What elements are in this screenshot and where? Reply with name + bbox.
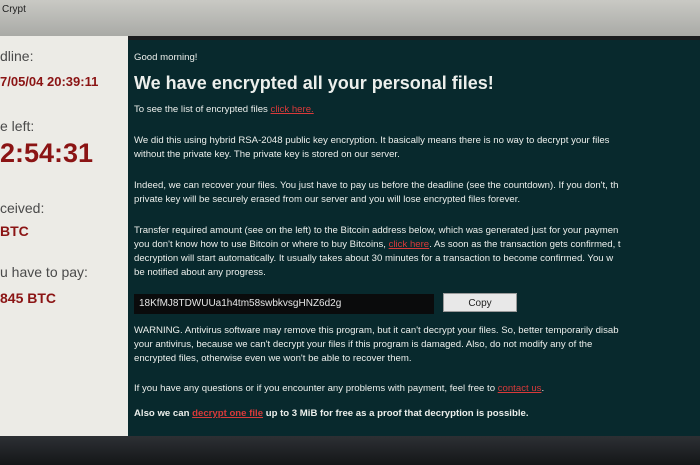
see-list-text: To see the list of encrypted files — [134, 104, 268, 115]
warning-line1: WARNING. Antivirus software may remove t… — [134, 325, 619, 336]
contact-us-link[interactable]: contact us — [498, 383, 542, 394]
contact-end: . — [541, 383, 545, 394]
file-list-link[interactable]: click here. — [271, 104, 314, 115]
p1-line1: We did this using hybrid RSA-2048 public… — [134, 135, 610, 146]
deadline-label: dline: — [0, 48, 34, 64]
p3-line2-text: you don't know how to use Bitcoin or whe… — [134, 239, 386, 250]
decrypt-one-file-link[interactable]: decrypt one file — [192, 408, 263, 419]
time-left-label: e left: — [0, 118, 35, 134]
copy-address-button[interactable]: Copy — [443, 293, 517, 312]
see-list-line: To see the list of encrypted files click… — [134, 103, 314, 116]
received-value: BTC — [0, 223, 29, 239]
p3-line3: decryption will start automatically. It … — [134, 253, 614, 264]
buy-bitcoin-link[interactable]: click here — [389, 239, 430, 250]
contact-line: If you have any questions or if you enco… — [134, 382, 544, 395]
contact-text: If you have any questions or if you enco… — [134, 383, 496, 394]
countdown-timer: 2:54:31 — [0, 138, 94, 168]
deadline-value: 7/05/04 20:39:11 — [0, 74, 99, 89]
ransom-message-panel: Good morning! We have encrypted all your… — [128, 40, 700, 436]
p3-line2-end: . As soon as the transaction gets confir… — [429, 239, 621, 250]
main-heading: We have encrypted all your personal file… — [134, 73, 494, 93]
monitor-bezel — [0, 436, 700, 465]
amount-to-pay-label: u have to pay: — [0, 264, 88, 280]
bitcoin-address-field[interactable]: 18KfMJ8TDWUUa1h4tm58swbkvsgHNZ6d2g — [134, 294, 434, 314]
payment-info-panel: dline: 7/05/04 20:39:11 e left: 2:54:31 … — [0, 36, 128, 436]
free-decrypt-text-end: up to 3 MiB for free as a proof that dec… — [265, 408, 529, 419]
p3-line4: be notified about any progress. — [134, 267, 266, 278]
warning-line3: encrypted files, otherwise even we won't… — [134, 353, 412, 364]
p2-line1: Indeed, we can recover your files. You j… — [134, 180, 619, 191]
free-decrypt-line: Also we can decrypt one file up to 3 MiB… — [134, 407, 529, 420]
p2-line2: private key will be securely erased from… — [134, 194, 521, 205]
warning-line2: your antivirus, because we can't decrypt… — [134, 339, 593, 350]
p3-line2: you don't know how to use Bitcoin or whe… — [134, 238, 621, 251]
window-titlebar: Crypt — [0, 0, 700, 36]
greeting: Good morning! — [134, 52, 198, 63]
p1-line2: without the private key. The private key… — [134, 149, 400, 160]
window-title: Crypt — [2, 4, 26, 15]
received-label: ceived: — [0, 200, 45, 216]
amount-to-pay-value: 845 BTC — [0, 290, 57, 306]
free-decrypt-text: Also we can — [134, 408, 190, 419]
p3-line1: Transfer required amount (see on the lef… — [134, 225, 619, 236]
